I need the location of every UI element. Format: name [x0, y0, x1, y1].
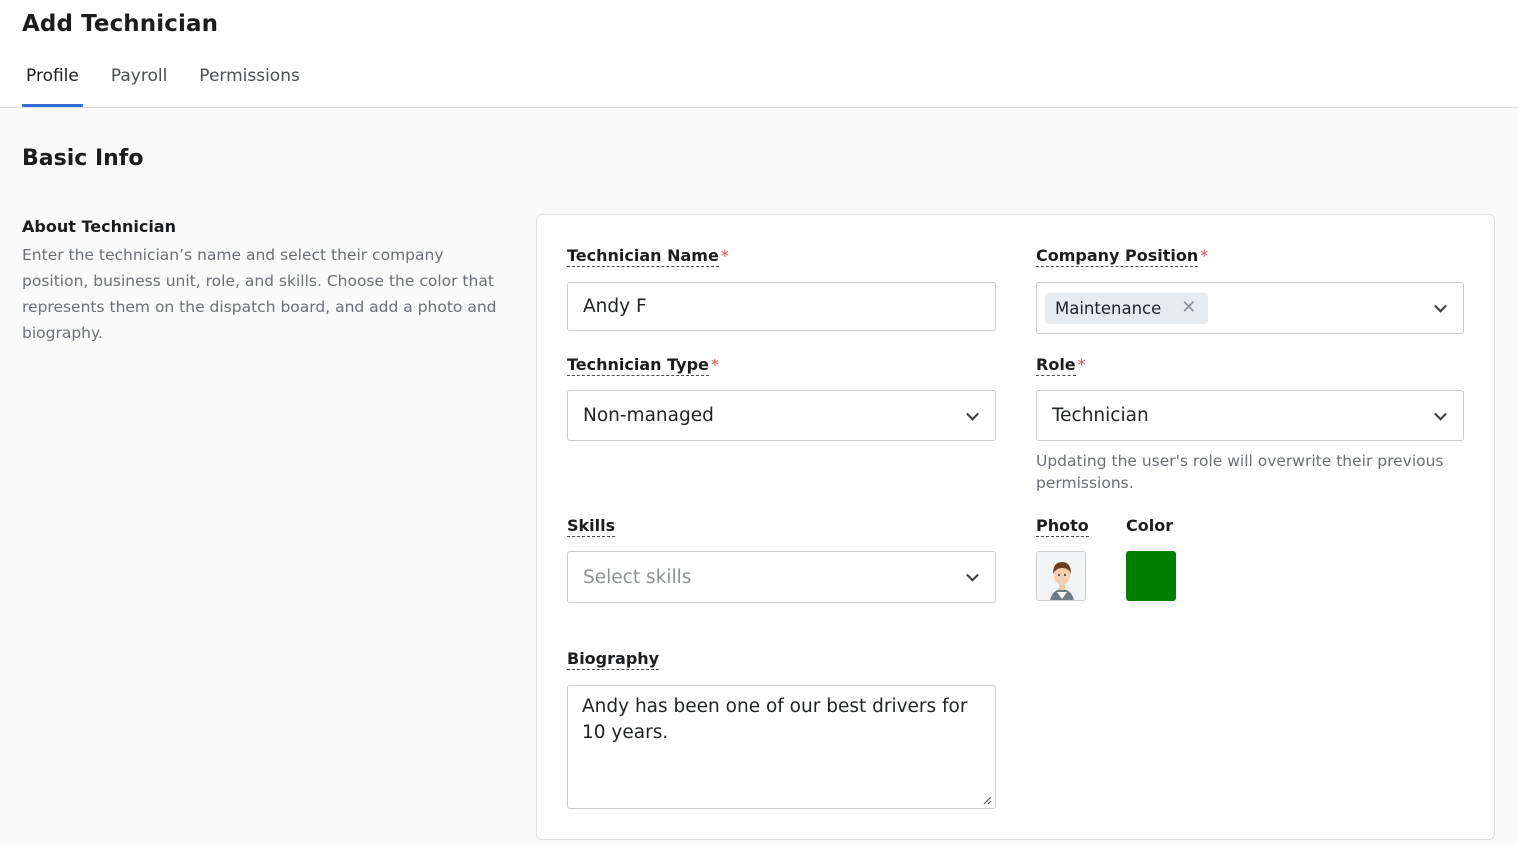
biography-label: Biography: [567, 649, 660, 670]
technician-name-value: Andy F: [583, 296, 647, 317]
skills-label: Skills: [567, 516, 616, 537]
technician-type-select[interactable]: Non-managed: [567, 390, 996, 441]
chevron-down-icon: [966, 568, 979, 582]
technician-type-value: Non-managed: [583, 405, 714, 426]
company-position-chip: Maintenance ✕: [1045, 292, 1209, 324]
about-technician-description: Enter the technician’s name and select t…: [22, 246, 497, 342]
required-marker: *: [1200, 246, 1209, 265]
company-position-select[interactable]: Maintenance ✕: [1036, 282, 1464, 334]
photo-upload[interactable]: [1036, 551, 1086, 601]
required-marker: *: [710, 355, 719, 374]
technician-type-label: Technician Type *: [567, 355, 719, 376]
photo-label: Photo: [1036, 516, 1089, 537]
role-select[interactable]: Technician: [1036, 390, 1464, 441]
chip-label: Maintenance: [1055, 298, 1162, 318]
technician-avatar-icon: [1037, 552, 1085, 600]
page-header: Add Technician Profile Payroll Permissio…: [0, 0, 1518, 108]
about-technician-title: About Technician: [22, 217, 176, 236]
skills-select[interactable]: Select skills: [567, 551, 996, 603]
technician-name-label: Technician Name *: [567, 246, 729, 267]
technician-name-input[interactable]: Andy F: [567, 282, 996, 331]
role-help-text: Updating the user's role will overwrite …: [1036, 452, 1444, 492]
required-marker: *: [720, 246, 729, 265]
tab-profile[interactable]: Profile: [22, 66, 83, 107]
tab-payroll[interactable]: Payroll: [107, 66, 171, 107]
page-content: Basic Info About Technician Enter the te…: [0, 108, 1518, 845]
basic-info-card: Technician Name * Andy F Company Position…: [536, 214, 1495, 840]
color-label: Color: [1126, 516, 1174, 535]
page-title: Add Technician: [22, 11, 219, 37]
chevron-down-icon: [1434, 299, 1447, 313]
biography-textarea[interactable]: Andy has been one of our best drivers fo…: [567, 685, 996, 809]
role-value: Technician: [1052, 405, 1149, 426]
resize-handle-icon[interactable]: [982, 795, 992, 805]
role-label: Role *: [1036, 355, 1086, 376]
close-icon[interactable]: ✕: [1181, 299, 1196, 317]
company-position-label: Company Position *: [1036, 246, 1209, 267]
biography-value: Andy has been one of our best drivers fo…: [582, 696, 968, 743]
section-title-basic-info: Basic Info: [22, 146, 144, 171]
tab-bar: Profile Payroll Permissions: [22, 66, 328, 107]
tab-permissions[interactable]: Permissions: [195, 66, 304, 107]
color-swatch[interactable]: [1126, 551, 1176, 601]
chevron-down-icon: [966, 407, 979, 421]
chevron-down-icon: [1434, 407, 1447, 421]
required-marker: *: [1077, 355, 1086, 374]
skills-placeholder: Select skills: [583, 566, 692, 588]
